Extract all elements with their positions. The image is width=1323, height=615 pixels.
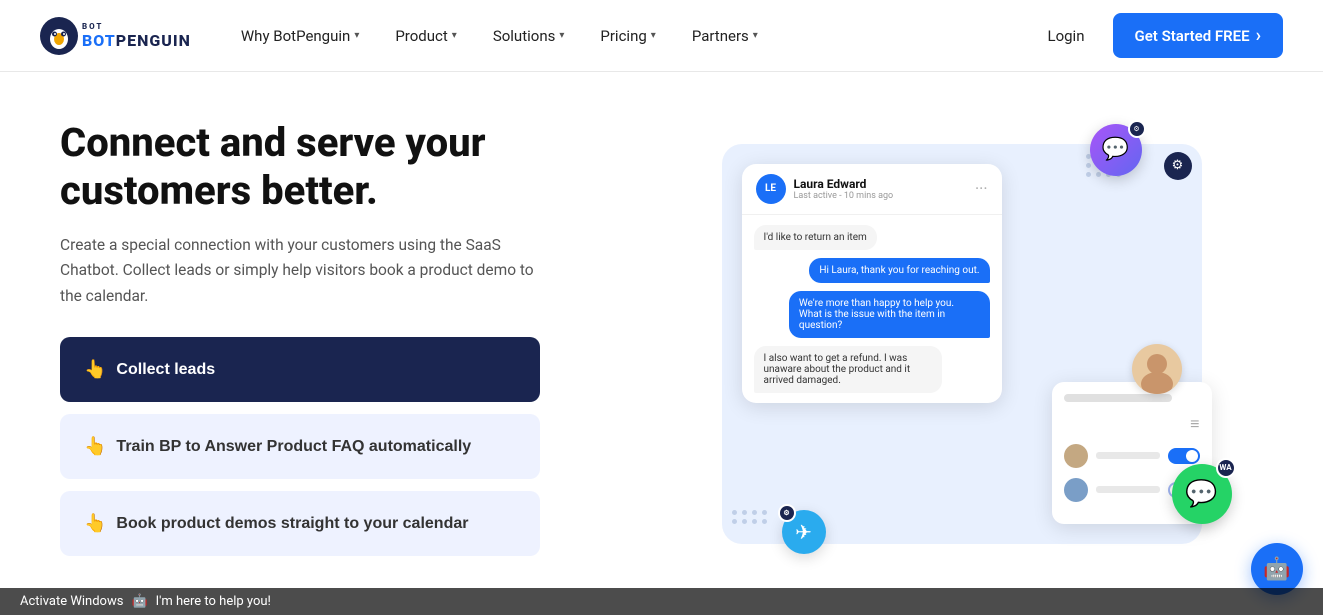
hero-subtext: Create a special connection with your cu… <box>60 233 540 310</box>
chat-header-left: LE Laura Edward Last active - 10 mins ag… <box>756 174 894 204</box>
navbar: BOT BOTPENGUIN Why BotPenguin ▾ Product … <box>0 0 1323 72</box>
telegram-gear-badge: ⚙ <box>778 504 796 522</box>
help-bar: Activate Windows 🤖 I'm here to help you! <box>0 588 1323 615</box>
arrow-icon: › <box>1256 25 1261 46</box>
feature-book-demos-button[interactable]: 👆 Book product demos straight to your ca… <box>60 491 540 556</box>
feature-train-faq-button[interactable]: 👆 Train BP to Answer Product FAQ automat… <box>60 414 540 479</box>
cta-label: Get Started FREE <box>1135 27 1250 45</box>
nav-label-product: Product <box>395 27 447 45</box>
help-text: I'm here to help you! <box>156 594 271 609</box>
nav-actions: Login Get Started FREE › <box>1036 13 1284 58</box>
feature-book-demos-label: Book product demos straight to your cale… <box>116 515 468 533</box>
gear-icon: ⚙ <box>1164 152 1192 180</box>
nav-item-pricing[interactable]: Pricing ▾ <box>586 19 669 53</box>
hero-right: LE Laura Edward Last active - 10 mins ag… <box>640 134 1283 554</box>
hero-left: Connect and serve your customers better.… <box>60 119 600 569</box>
chevron-down-icon: ▾ <box>452 30 457 41</box>
get-started-button[interactable]: Get Started FREE › <box>1113 13 1284 58</box>
chat-message: Hi Laura, thank you for reaching out. <box>809 258 989 283</box>
settings-line <box>1096 452 1160 459</box>
chat-user-status: Last active - 10 mins ago <box>794 191 894 201</box>
chat-messages: I'd like to return an item Hi Laura, tha… <box>742 215 1002 403</box>
user-avatar-small <box>1064 444 1088 468</box>
logo-bottom: BOTPENGUIN <box>82 31 191 50</box>
chat-message: We're more than happy to help you. What … <box>789 291 990 338</box>
hero-section: Connect and serve your customers better.… <box>0 72 1323 615</box>
person-photo <box>1132 344 1182 394</box>
toggle-on[interactable] <box>1168 448 1200 464</box>
wa-badge: WA <box>1216 458 1236 478</box>
messenger-badge: ⚙ <box>1128 120 1146 138</box>
chatbot-icon: 🤖 <box>1263 557 1290 582</box>
chat-message: I also want to get a refund. I was unawa… <box>754 346 943 393</box>
feature-collect-leads-button[interactable]: 👆 Collect leads <box>60 337 540 402</box>
chevron-down-icon: ▾ <box>753 30 758 41</box>
nav-label-solutions: Solutions <box>493 27 556 45</box>
point-icon: 👆 <box>84 359 106 380</box>
filter-icon: ≡ <box>1064 414 1200 434</box>
settings-row <box>1064 444 1200 468</box>
point-icon: 👆 <box>84 436 106 457</box>
telegram-icon: ✈ ⚙ <box>782 510 826 554</box>
settings-bar <box>1064 394 1173 402</box>
nav-item-product[interactable]: Product ▾ <box>381 19 470 53</box>
feature-train-faq-label: Train BP to Answer Product FAQ automatic… <box>116 438 471 456</box>
user-avatar: LE <box>756 174 786 204</box>
chevron-down-icon: ▾ <box>354 30 359 41</box>
nav-label-why: Why BotPenguin <box>241 27 350 45</box>
nav-item-partners[interactable]: Partners ▾ <box>678 19 772 53</box>
logo-icon <box>40 17 78 55</box>
chat-message: I'd like to return an item <box>754 225 877 250</box>
chevron-down-icon: ▾ <box>559 30 564 41</box>
chevron-down-icon: ▾ <box>651 30 656 41</box>
nav-links: Why BotPenguin ▾ Product ▾ Solutions ▾ P… <box>227 19 1036 53</box>
chat-window: LE Laura Edward Last active - 10 mins ag… <box>742 164 1002 403</box>
point-icon: 👆 <box>84 513 106 534</box>
activate-windows-text: Activate Windows <box>20 594 123 609</box>
logo-top: BOT <box>82 22 191 31</box>
user-avatar-small <box>1064 478 1088 502</box>
hero-heading: Connect and serve your customers better. <box>60 119 600 215</box>
illustration-bg: LE Laura Edward Last active - 10 mins ag… <box>722 144 1202 544</box>
chat-more-icon[interactable]: ··· <box>975 179 988 198</box>
decorative-dots-bl <box>732 510 768 524</box>
nav-label-pricing: Pricing <box>600 27 646 45</box>
nav-item-why[interactable]: Why BotPenguin ▾ <box>227 19 373 53</box>
nav-item-solutions[interactable]: Solutions ▾ <box>479 19 579 53</box>
settings-line <box>1096 486 1160 493</box>
login-button[interactable]: Login <box>1036 19 1097 53</box>
logo[interactable]: BOT BOTPENGUIN <box>40 17 191 55</box>
chat-header: LE Laura Edward Last active - 10 mins ag… <box>742 164 1002 215</box>
feature-collect-leads-label: Collect leads <box>116 361 215 379</box>
messenger-icon: 💬 ⚙ <box>1090 124 1142 176</box>
help-icon: 🤖 <box>131 594 147 609</box>
messenger-svg: 💬 <box>1102 137 1129 162</box>
whatsapp-icon: 💬 WA <box>1172 464 1232 524</box>
chat-user-name: Laura Edward <box>794 177 894 191</box>
nav-label-partners: Partners <box>692 27 749 45</box>
